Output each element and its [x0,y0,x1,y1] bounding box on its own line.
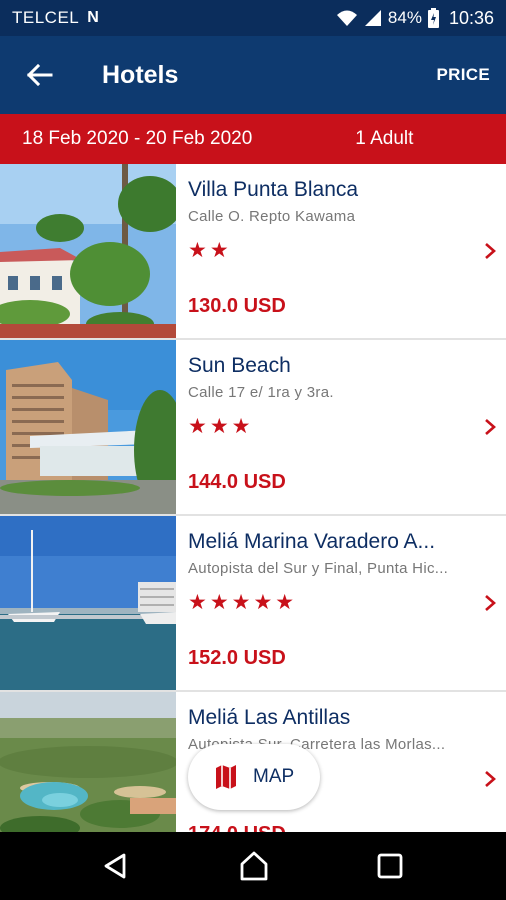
hotel-photo [0,516,176,690]
arrow-left-icon [27,64,53,86]
hotel-star-rating: ★★★★★ [188,591,298,614]
hotel-star-rating: ★★ [188,239,232,262]
hotel-photo [0,164,176,338]
map-icon [216,765,236,789]
hotel-name: Sun Beach [188,354,291,377]
hotel-address: Autopista del Sur y Final, Punta Hic... [188,560,449,577]
search-summary-bar[interactable]: 18 Feb 2020 - 20 Feb 2020 1 Adult [0,114,506,164]
hotel-photo [0,692,176,832]
back-triangle-icon[interactable] [100,850,132,882]
hotel-name: Villa Punta Blanca [188,178,359,201]
back-button[interactable] [0,36,80,114]
hotel-address: Calle 17 e/ 1ra y 3ra. [188,384,334,401]
sort-by-price-button[interactable]: PRICE [437,65,490,85]
carrier-name: TELCEL [12,8,80,27]
map-button-label: MAP [253,766,295,787]
guest-count[interactable]: 1 Adult [355,128,413,150]
hotel-list-item[interactable]: Sun Beach Calle 17 e/ 1ra y 3ra. ★★★ 144… [0,340,506,516]
hotel-price: 144.0 USD [188,471,286,493]
signal-icon [364,10,381,26]
clock: 10:36 [448,7,494,28]
wifi-icon [336,10,357,26]
hotel-photo [0,340,176,514]
battery-icon [427,8,439,28]
app-screen: TELCEL N 84% 10:36 Hotels PRICE 18 Feb 2… [0,0,506,900]
hotel-price: 130.0 USD [188,295,286,317]
date-range[interactable]: 18 Feb 2020 - 20 Feb 2020 [22,128,252,150]
hotel-star-rating: ★★★ [188,415,254,438]
chevron-right-icon[interactable] [482,240,498,262]
hotel-name: Meliá Las Antillas [188,706,351,729]
page-title: Hotels [102,60,179,89]
hotel-list[interactable]: Villa Punta Blanca Calle O. Repto Kawama… [0,164,506,832]
status-icons: 84% 10:36 [336,8,494,29]
app-bar: Hotels PRICE [0,36,506,114]
hotel-price: 174.0 USD [188,823,286,832]
map-button[interactable]: MAP [188,744,320,810]
hotel-list-item[interactable]: Villa Punta Blanca Calle O. Repto Kawama… [0,164,506,340]
status-bar: TELCEL N 84% 10:36 [0,0,506,36]
hotel-address: Calle O. Repto Kawama [188,208,356,225]
battery-percent: 84% [387,8,422,27]
hotel-name: Meliá Marina Varadero A... [188,530,436,553]
home-circle-icon[interactable] [238,850,270,882]
hotel-price: 152.0 USD [188,647,286,669]
recents-square-icon[interactable] [374,850,406,882]
chevron-right-icon[interactable] [482,768,498,790]
chevron-right-icon[interactable] [482,592,498,614]
chevron-right-icon[interactable] [482,416,498,438]
hotel-list-item[interactable]: Meliá Marina Varadero A... Autopista del… [0,516,506,692]
nfc-icon: N [87,9,99,26]
system-nav-bar [0,832,506,900]
